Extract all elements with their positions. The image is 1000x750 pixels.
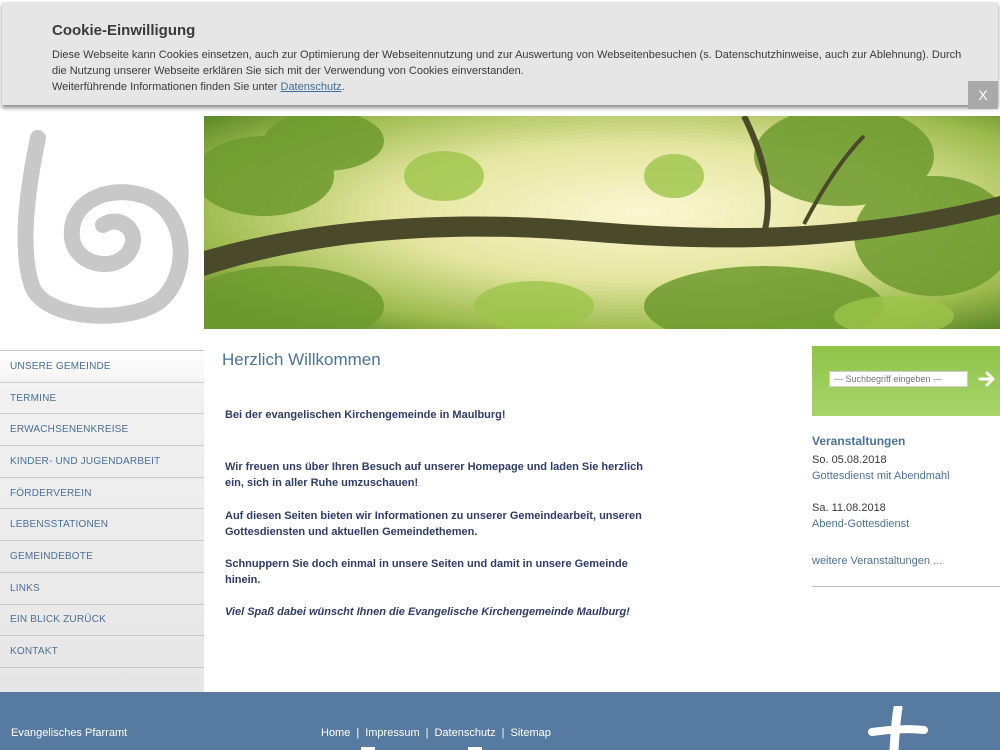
footer-address: Evangelisches Pfarramt: [11, 727, 128, 739]
welcome-paragraph-4: Schnuppern Sie doch einmal in unsere Sei…: [225, 558, 628, 586]
hero-image: [204, 116, 1000, 329]
cookie-text-main: Diese Webseite kann Cookies einsetzen, a…: [52, 49, 962, 77]
footer: Evangelisches Pfarramt Home | Impressum | Da…: [0, 692, 1000, 750]
event-link[interactable]: Gottesdienst mit Abendmahl: [812, 470, 950, 482]
search-box: [812, 346, 1000, 416]
page-title: Herzlich Willkommen: [222, 350, 381, 369]
nav-item-erwachsenenkreise[interactable]: ERWACHSENENKREISE: [0, 414, 204, 447]
cross-logo-icon: [868, 706, 928, 750]
nav-item-ein-blick-zurueck[interactable]: EIN BLICK ZURÜCK: [0, 605, 204, 637]
nav-item-termine[interactable]: TERMINE: [0, 383, 204, 415]
main-content: Herzlich Willkommen Bei der evangelische…: [222, 350, 652, 618]
more-events-link[interactable]: weitere Veranstaltungen ...: [812, 555, 942, 567]
arrow-right-icon[interactable]: [978, 369, 998, 389]
event-link[interactable]: Abend-Gottesdienst: [812, 518, 909, 530]
search-input[interactable]: [829, 371, 968, 387]
footer-link-impressum[interactable]: Impressum: [365, 727, 419, 739]
nav-item-foerderverein[interactable]: FÖRDERVEREIN: [0, 478, 204, 510]
nav-item-links[interactable]: LINKS: [0, 573, 204, 605]
footer-links: Home | Impressum | Datenschutz | Sitemap: [321, 727, 551, 739]
main-navigation: UNSERE GEMEINDE TERMINE ERWACHSENENKREIS…: [0, 350, 204, 668]
nav-item-lebensstationen[interactable]: LEBENSSTATIONEN: [0, 509, 204, 542]
leaves-branch-image: [204, 116, 1000, 329]
spiral-logo-icon: [17, 130, 189, 324]
cookie-title: Cookie-Einwilligung: [52, 22, 196, 39]
church-logo[interactable]: [0, 116, 204, 330]
footer-separator: |: [356, 727, 360, 739]
nav-item-unsere-gemeinde[interactable]: UNSERE GEMEINDE: [0, 351, 204, 383]
event-date: So. 05.08.2018: [812, 454, 887, 466]
privacy-link[interactable]: Datenschutz: [281, 81, 342, 93]
welcome-paragraph-1: Bei der evangelischen Kirchengemeinde in…: [225, 409, 506, 421]
welcome-paragraph-3: Auf diesen Seiten bieten wir Information…: [225, 510, 642, 538]
nav-item-gemeindebote[interactable]: GEMEINDEBOTE: [0, 541, 204, 573]
nav-item-kontakt[interactable]: KONTAKT: [0, 636, 204, 668]
footer-link-sitemap[interactable]: Sitemap: [510, 727, 550, 739]
events-panel: Veranstaltungen So. 05.08.2018 Gottesdie…: [812, 434, 1000, 587]
cookie-text-period: .: [341, 81, 345, 93]
welcome-paragraph-2: Wir freuen uns über Ihren Besuch auf uns…: [225, 461, 643, 489]
events-title: Veranstaltungen: [812, 434, 906, 448]
cookie-text: Diese Webseite kann Cookies einsetzen, a…: [52, 47, 962, 95]
events-divider: [812, 586, 1000, 587]
footer-link-home[interactable]: Home: [321, 727, 350, 739]
event-date: Sa. 11.08.2018: [812, 502, 886, 514]
footer-separator: |: [501, 727, 505, 739]
footer-separator: |: [425, 727, 429, 739]
nav-item-kinder-jugendarbeit[interactable]: KINDER- UND JUGENDARBEIT: [0, 446, 204, 478]
welcome-paragraph-5: Viel Spaß dabei wünscht Ihnen die Evange…: [225, 606, 630, 618]
cookie-close-button[interactable]: X: [968, 81, 998, 109]
sidebar: UNSERE GEMEINDE TERMINE ERWACHSENENKREIS…: [0, 330, 204, 692]
footer-link-datenschutz[interactable]: Datenschutz: [434, 727, 495, 739]
cookie-text-more: Weiterführende Informationen finden Sie …: [52, 81, 281, 93]
cookie-banner: Cookie-Einwilligung Diese Webseite kann …: [2, 2, 998, 109]
